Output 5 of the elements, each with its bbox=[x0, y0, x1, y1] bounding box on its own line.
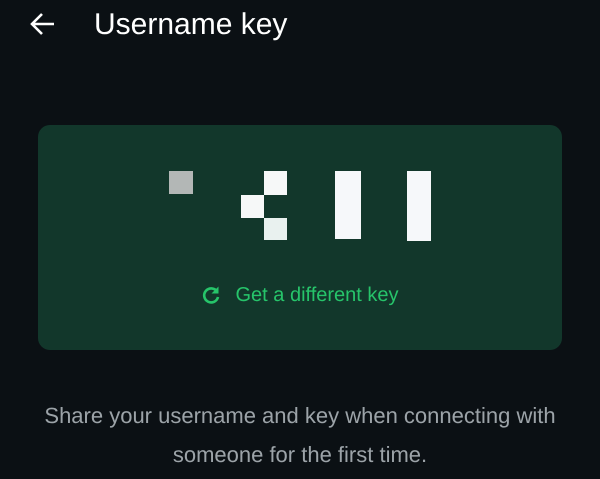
back-arrow-icon bbox=[30, 12, 56, 36]
get-different-key-button[interactable]: Get a different key bbox=[201, 280, 399, 310]
description-text: Share your username and key when connecting with someone for the first time. bbox=[43, 402, 557, 469]
page-title: Username key bbox=[94, 6, 288, 42]
refresh-icon bbox=[201, 285, 222, 305]
